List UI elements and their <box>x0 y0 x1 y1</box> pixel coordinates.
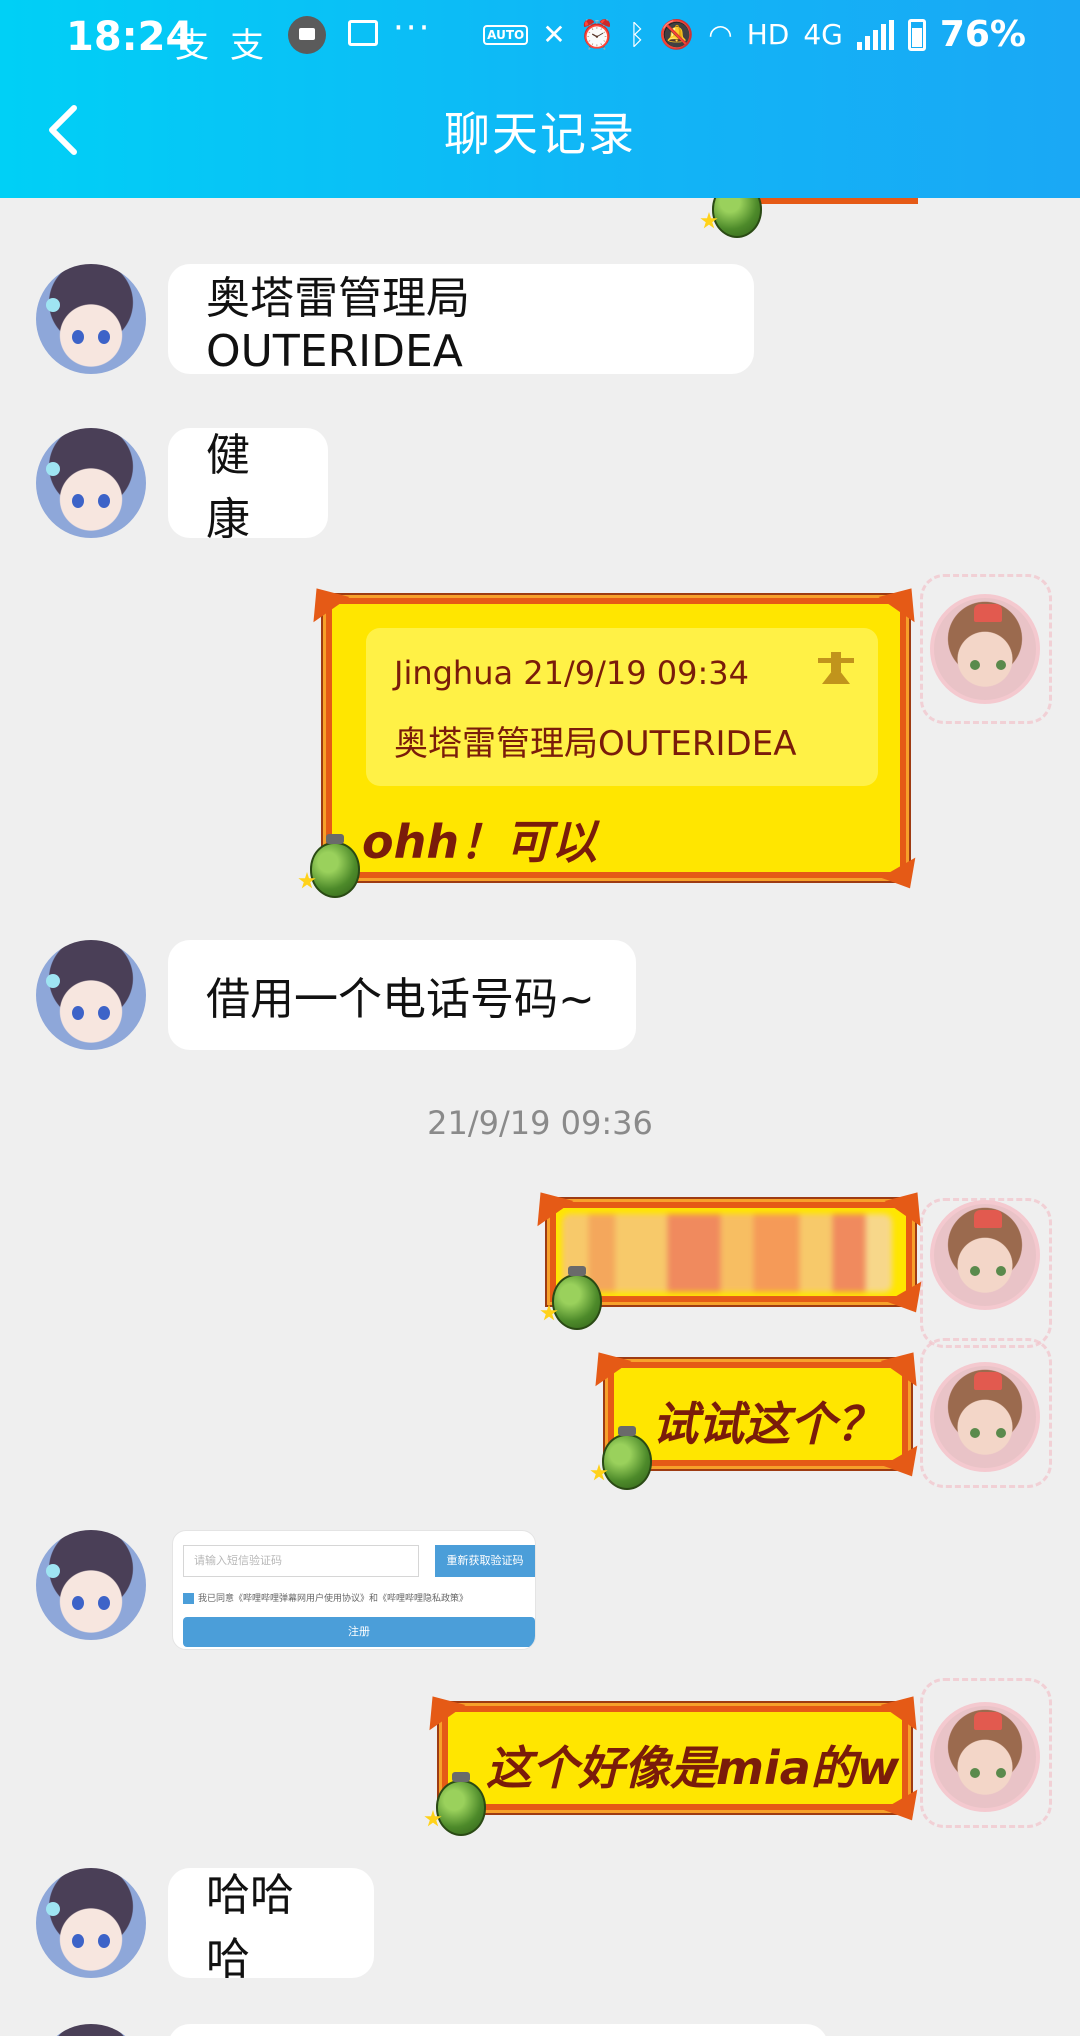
avatar-other-user[interactable] <box>36 1530 146 1640</box>
message-bubble-partial <box>748 198 918 204</box>
avatar-other-user[interactable] <box>36 940 146 1050</box>
image-notification-icon <box>348 20 378 46</box>
hd-label: HD <box>746 18 790 51</box>
avatar-other-user[interactable] <box>36 428 146 538</box>
avatar-other-user[interactable] <box>36 1868 146 1978</box>
message-bubble[interactable]: 奥塔雷管理局OUTERIDEA <box>168 264 754 377</box>
message-bubble-blurred[interactable] <box>522 1179 936 1323</box>
register-button: 注册 <box>183 1617 535 1647</box>
battery-percentage: 76% <box>939 14 1026 55</box>
grenade-sticker-icon <box>310 834 360 898</box>
top-bar: 18:24 支 支 ··· AUTO ✕ ⏰ ᛒ 🔕 ◠ HD 4G 76% 聊… <box>0 0 1080 198</box>
more-notifications-icon: ··· <box>393 8 432 48</box>
mail-notification-icon <box>288 16 326 54</box>
checkbox-icon <box>183 1593 194 1604</box>
message-text: 借用一个电话号码~ <box>206 974 595 1025</box>
jump-to-original-icon[interactable] <box>818 658 854 698</box>
alipay-notification-icon: 支 <box>230 26 264 66</box>
status-bar: 18:24 支 支 ··· AUTO ✕ ⏰ ᛒ 🔕 ◠ HD 4G 76% <box>0 8 1080 66</box>
bluetooth-icon: ᛒ <box>628 18 646 51</box>
message-bubble[interactable]: 健康 <box>168 428 328 545</box>
message-text: 试试这个？ <box>652 1397 882 1451</box>
quoted-author-time: Jinghua 21/9/19 09:34 <box>394 654 750 692</box>
agreement-text: 我已同意《哔哩哔哩弹幕网用户使用协议》和《哔哩哔哩隐私政策》 <box>183 1591 533 1604</box>
message-text: 健康 <box>206 430 250 545</box>
quoted-text: 奥塔雷管理局OUTERIDEA <box>394 724 797 764</box>
grenade-sticker-icon <box>602 1426 652 1490</box>
chat-history-screen: 18:24 支 支 ··· AUTO ✕ ⏰ ᛒ 🔕 ◠ HD 4G 76% 聊… <box>0 0 1080 2036</box>
message-list[interactable]: 奥塔雷管理局OUTERIDEA 健康 Jinghua 21/9/19 09:34… <box>0 198 1080 2036</box>
redacted-content <box>562 1214 892 1292</box>
image-message[interactable]: 请输入短信验证码 重新获取验证码 我已同意《哔哩哔哩弹幕网用户使用协议》和《哔哩… <box>172 1530 536 1650</box>
message-text: ohh！可以 <box>362 815 598 869</box>
quoted-message[interactable]: Jinghua 21/9/19 09:34 奥塔雷管理局OUTERIDEA <box>366 628 878 786</box>
avatar-self[interactable] <box>930 1702 1040 1812</box>
resend-code-button: 重新获取验证码 <box>435 1545 535 1577</box>
alarm-icon: ⏰ <box>579 18 615 51</box>
wifi-icon: ◠ <box>708 18 733 51</box>
signal-icon <box>856 19 894 50</box>
quote-reply-bubble[interactable]: Jinghua 21/9/19 09:34 奥塔雷管理局OUTERIDEA oh… <box>298 575 930 899</box>
avatar-other-user[interactable] <box>36 2024 146 2036</box>
message-bubble[interactable]: 哈哈哈 <box>168 1868 374 1985</box>
avatar-self[interactable] <box>930 1362 1040 1472</box>
alipay-notification-icon: 支 <box>175 26 209 66</box>
avatar-other-user[interactable] <box>36 264 146 374</box>
battery-icon <box>907 18 926 51</box>
message-bubble[interactable]: 试试这个？ <box>580 1339 932 1487</box>
x-icon: ✕ <box>542 18 566 51</box>
auto-hz-icon: AUTO <box>483 24 529 45</box>
sms-code-input: 请输入短信验证码 <box>183 1545 419 1577</box>
chat-timestamp: 21/9/19 09:36 <box>427 1104 653 1142</box>
message-bubble-partial[interactable] <box>168 2024 828 2036</box>
message-text: 奥塔雷管理局OUTERIDEA <box>206 272 470 377</box>
avatar-self[interactable] <box>930 594 1040 704</box>
mute-icon: 🔕 <box>659 18 695 51</box>
message-bubble[interactable]: 这个好像是mia的w <box>414 1683 932 1831</box>
message-text: 哈哈哈 <box>206 1870 294 1985</box>
grenade-sticker-icon <box>552 1266 602 1330</box>
status-right-icons: AUTO ✕ ⏰ ᛒ 🔕 ◠ HD 4G 76% <box>483 14 1026 55</box>
message-bubble[interactable]: 借用一个电话号码~ <box>168 940 636 1050</box>
grenade-sticker-icon <box>712 198 762 238</box>
network-type-label: 4G <box>803 18 843 51</box>
page-title: 聊天记录 <box>444 107 636 161</box>
avatar-self[interactable] <box>930 1200 1040 1310</box>
message-text: 这个好像是mia的w <box>486 1741 900 1795</box>
grenade-sticker-icon <box>436 1772 486 1836</box>
